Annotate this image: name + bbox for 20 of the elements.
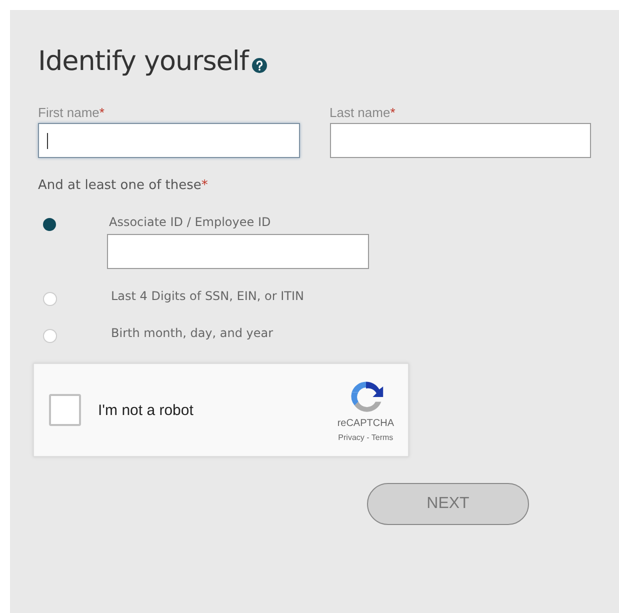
required-mark: * [390, 105, 396, 120]
privacy-terms-link[interactable]: Privacy - Terms [338, 433, 394, 442]
page-title: Identify yourself [38, 46, 248, 77]
options-heading: And at least one of these [38, 178, 202, 193]
checkbox[interactable] [49, 394, 81, 426]
field-label: First name [38, 105, 100, 120]
id-field[interactable] [107, 234, 369, 269]
option-label: Birth month, day, and year [111, 326, 274, 340]
help-icon[interactable] [252, 58, 268, 73]
option-label: Last 4 Digits of SSN, EIN, or ITIN [111, 289, 304, 303]
text-field[interactable] [330, 123, 591, 158]
radio-button[interactable] [43, 218, 56, 231]
checkbox-label: I'm not a robot [98, 402, 194, 418]
required-mark: * [99, 105, 104, 120]
text-field[interactable] [38, 123, 300, 158]
required-mark: * [201, 178, 208, 193]
option-label: Associate ID / Employee ID [109, 215, 271, 229]
field-label: Last name [330, 105, 390, 120]
brand-name: reCAPTCHA [337, 418, 394, 429]
text-cursor [47, 132, 48, 148]
